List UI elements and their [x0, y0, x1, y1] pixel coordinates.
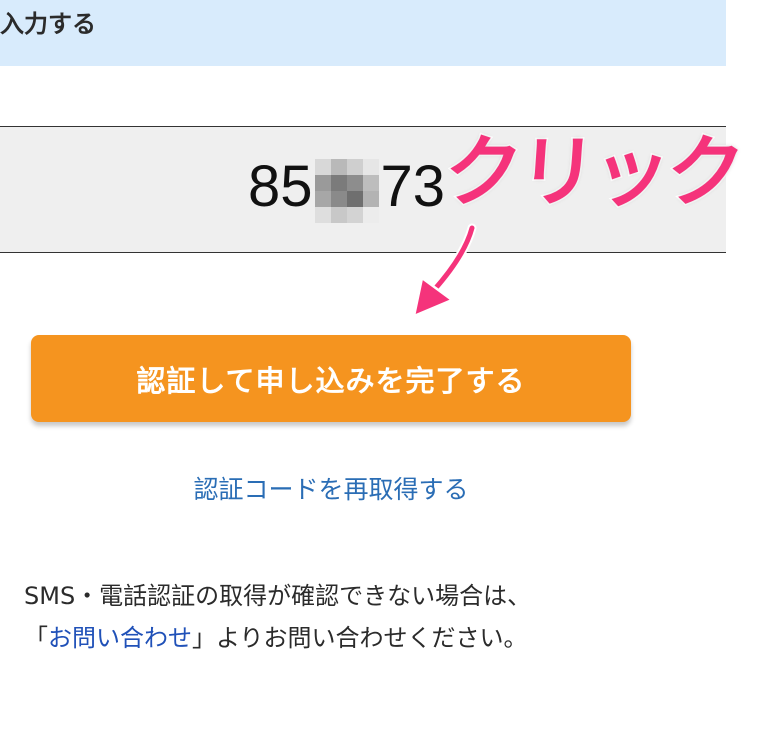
page-root: 入力する 85 73 クリック 認証して申し込みを完了する 認証コードを再取得す…: [0, 0, 778, 740]
complete-verification-button[interactable]: 認証して申し込みを完了する: [31, 335, 631, 422]
notice-bracket-open: 「: [24, 624, 48, 652]
section-title: 入力する: [0, 9, 96, 38]
verification-code: 85 73: [248, 154, 446, 223]
resend-code-link[interactable]: 認証コードを再取得する: [0, 470, 662, 506]
notice-line-1: SMS・電話認証の取得が確認できない場合は、: [24, 582, 532, 610]
pointer-arrow-icon: [412, 223, 477, 318]
contact-link[interactable]: お問い合わせ: [48, 624, 192, 652]
section-header: 入力する: [0, 0, 726, 66]
code-prefix: 85: [248, 154, 313, 219]
help-notice: SMS・電話認証の取得が確認できない場合は、 「お問い合わせ」よりお問い合わせく…: [24, 575, 531, 659]
code-mask-mosaic: [314, 159, 379, 223]
notice-line-2-rest: 」よりお問い合わせください。: [192, 624, 528, 652]
complete-verification-label: 認証して申し込みを完了する: [136, 363, 526, 398]
click-annotation-label: クリック: [440, 127, 745, 220]
code-suffix: 73: [380, 154, 446, 219]
notice-line-2: 「お問い合わせ」よりお問い合わせください。: [24, 617, 531, 659]
